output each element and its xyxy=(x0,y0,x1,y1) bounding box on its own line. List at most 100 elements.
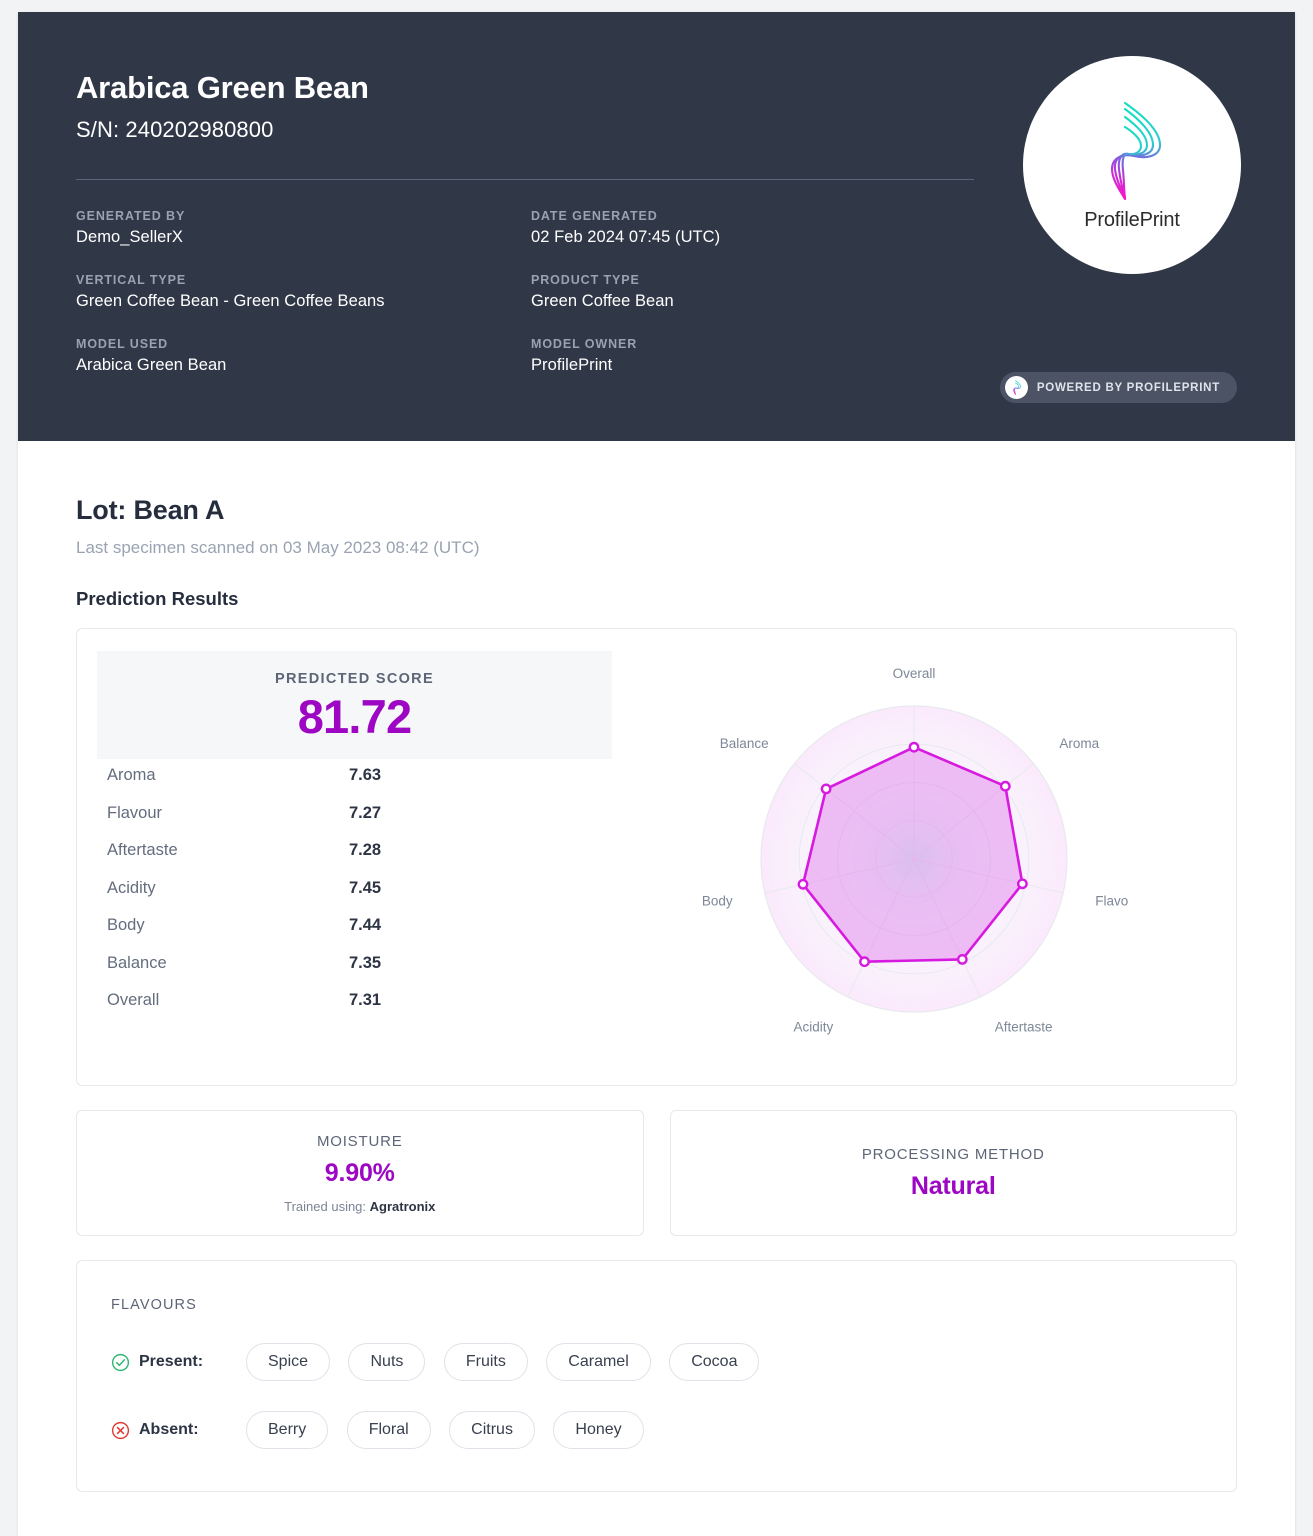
moisture-note-prefix: Trained using: xyxy=(284,1198,370,1214)
meta-date-generated: DATE GENERATED 02 Feb 2024 07:45 (UTC) xyxy=(531,209,976,247)
radar-axis-label: Acidity xyxy=(794,1020,834,1035)
radar-chart-column: Overall Aroma Flavour Aftertaste Acidity Body… xyxy=(612,651,1216,1065)
processing-method-label: PROCESSING METHOD xyxy=(861,1145,1045,1163)
meta-product-type: PRODUCT TYPE Green Coffee Bean xyxy=(531,273,976,311)
prediction-results-heading: Prediction Results xyxy=(76,588,239,609)
logo-wordmark: ProfilePrint xyxy=(1084,208,1180,231)
radar-axis-label: Flavour xyxy=(1095,893,1129,908)
meta-generated-by: GENERATED BY Demo_SellerX xyxy=(76,209,531,247)
meta-model-used: MODEL USED Arabica Green Bean xyxy=(76,337,531,375)
flavours-absent-row: Absent: Berry Floral Citrus Honey xyxy=(111,1411,1202,1449)
meta-label: VERTICAL TYPE xyxy=(76,272,187,287)
list-item: Flavour 7.27 xyxy=(107,804,602,842)
score-column: PREDICTED SCORE 81.72 Aroma 7.63 Flavour… xyxy=(97,651,612,1065)
attribute-name: Overall xyxy=(107,991,160,1009)
attribute-name: Acidity xyxy=(107,878,156,897)
radar-axis-label: Balance xyxy=(720,736,769,751)
attribute-value: 7.31 xyxy=(349,991,382,1009)
prediction-results-card: PREDICTED SCORE 81.72 Aroma 7.63 Flavour… xyxy=(76,628,1237,1086)
moisture-label: MOISTURE xyxy=(316,1132,403,1150)
powered-by-label: POWERED BY PROFILEPRINT xyxy=(1036,381,1220,394)
list-item: Body 7.44 xyxy=(107,916,602,954)
predicted-score-box: PREDICTED SCORE 81.72 xyxy=(97,651,612,759)
report-sheet: Arabica Green Bean S/N: 240202980800 GEN… xyxy=(18,12,1295,1536)
header-meta-grid: GENERATED BY Demo_SellerX DATE GENERATED… xyxy=(76,209,976,375)
meta-value: 02 Feb 2024 07:45 (UTC) xyxy=(531,227,721,246)
predicted-score-value: 81.72 xyxy=(297,689,412,743)
header-divider xyxy=(76,178,974,180)
meta-value: Arabica Green Bean xyxy=(76,355,227,374)
meta-label: MODEL OWNER xyxy=(531,336,638,351)
sensory-radar-chart: Overall Aroma Flavour Aftertaste Acidity Body… xyxy=(702,666,1129,1035)
attribute-name: Aroma xyxy=(107,766,156,784)
flavours-absent-label: Absent: xyxy=(139,1421,199,1438)
meta-model-owner: MODEL OWNER ProfilePrint xyxy=(531,337,976,375)
lot-subtitle: Last specimen scanned on 03 May 2023 08:… xyxy=(76,538,480,557)
radar-axis-label: Overall xyxy=(893,666,936,681)
flavours-card: FLAVOURS Present: Spice Nuts Fruits Cara… xyxy=(76,1260,1237,1492)
meta-label: PRODUCT TYPE xyxy=(531,272,640,287)
attribute-value: 7.63 xyxy=(349,766,382,784)
radar-axis-label: Body xyxy=(702,893,733,908)
attribute-value: 7.28 xyxy=(349,841,382,859)
meta-value: Demo_SellerX xyxy=(76,227,183,246)
flavours-present-row: Present: Spice Nuts Fruits Caramel Cocoa xyxy=(111,1343,1202,1381)
report-body: Lot: Bean A Last specimen scanned on 03 … xyxy=(18,441,1295,1492)
profileprint-ribbon-icon xyxy=(1013,380,1021,395)
flavours-present-key: Present: xyxy=(111,1353,246,1372)
meta-label: DATE GENERATED xyxy=(531,208,658,223)
x-circle-icon xyxy=(111,1421,130,1439)
list-item: Balance 7.35 xyxy=(107,954,602,992)
check-circle-icon xyxy=(111,1353,130,1371)
attribute-name: Body xyxy=(107,916,145,934)
meta-value: ProfilePrint xyxy=(531,355,613,374)
flavour-pill[interactable]: Berry xyxy=(246,1411,329,1449)
attribute-value: 7.45 xyxy=(349,878,382,897)
meta-label: MODEL USED xyxy=(76,336,169,351)
list-item: Overall 7.31 xyxy=(107,991,602,1029)
attribute-value: 7.35 xyxy=(349,953,382,972)
meta-label: GENERATED BY xyxy=(76,208,186,223)
report-header: Arabica Green Bean S/N: 240202980800 GEN… xyxy=(18,12,1295,441)
flavours-absent-key: Absent: xyxy=(111,1421,246,1440)
flavours-present-label: Present: xyxy=(139,1353,204,1370)
stats-row: MOISTURE 9.90% Trained using: Agratronix… xyxy=(76,1110,1237,1236)
flavour-pill[interactable]: Caramel xyxy=(546,1343,651,1381)
meta-value: Green Coffee Bean xyxy=(531,291,674,310)
radar-axis-label: Aroma xyxy=(1059,736,1099,751)
lot-title: Lot: Bean A xyxy=(76,495,225,525)
moisture-note-value: Agratronix xyxy=(369,1198,436,1214)
flavours-title: FLAVOURS xyxy=(111,1297,197,1313)
flavour-pill[interactable]: Spice xyxy=(246,1343,331,1381)
profileprint-ribbon-icon xyxy=(1110,101,1162,200)
powered-by-badge: POWERED BY PROFILEPRINT xyxy=(999,372,1237,403)
report-page: Arabica Green Bean S/N: 240202980800 GEN… xyxy=(0,0,1313,1536)
powered-badge-circle xyxy=(1004,376,1028,399)
flavour-pill[interactable]: Cocoa xyxy=(669,1343,760,1381)
attribute-name: Aftertaste xyxy=(107,841,178,859)
flavours-absent-pills: Berry Floral Citrus Honey xyxy=(246,1411,658,1449)
processing-method-card: PROCESSING METHOD Natural xyxy=(669,1110,1237,1236)
processing-method-value: Natural xyxy=(910,1171,996,1200)
attribute-name: Flavour xyxy=(107,803,163,822)
flavour-pill[interactable]: Citrus xyxy=(449,1411,535,1449)
profileprint-logo: ProfilePrint xyxy=(1023,56,1241,274)
list-item: Aftertaste 7.28 xyxy=(107,841,602,879)
list-item: Acidity 7.45 xyxy=(107,879,602,917)
attribute-value: 7.27 xyxy=(349,803,382,822)
meta-vertical-type: VERTICAL TYPE Green Coffee Bean - Green … xyxy=(76,273,531,311)
attribute-list: Aroma 7.63 Flavour 7.27 Aftertaste 7.28 xyxy=(97,766,612,1029)
list-item: Aroma 7.63 xyxy=(107,766,602,804)
moisture-note: Trained using: Agratronix xyxy=(284,1199,435,1214)
flavour-pill[interactable]: Fruits xyxy=(443,1343,528,1381)
flavour-pill[interactable]: Floral xyxy=(346,1411,431,1449)
flavour-pill[interactable]: Honey xyxy=(553,1411,644,1449)
flavours-present-pills: Spice Nuts Fruits Caramel Cocoa xyxy=(246,1343,773,1381)
attribute-name: Balance xyxy=(107,953,167,972)
flavour-pill[interactable]: Nuts xyxy=(348,1343,426,1381)
meta-value: Green Coffee Bean - Green Coffee Beans xyxy=(76,291,385,310)
radar-axis-label: Aftertaste xyxy=(995,1020,1053,1035)
moisture-card: MOISTURE 9.90% Trained using: Agratronix xyxy=(76,1110,644,1236)
predicted-score-label: PREDICTED SCORE xyxy=(275,670,434,687)
attribute-value: 7.44 xyxy=(349,916,382,934)
